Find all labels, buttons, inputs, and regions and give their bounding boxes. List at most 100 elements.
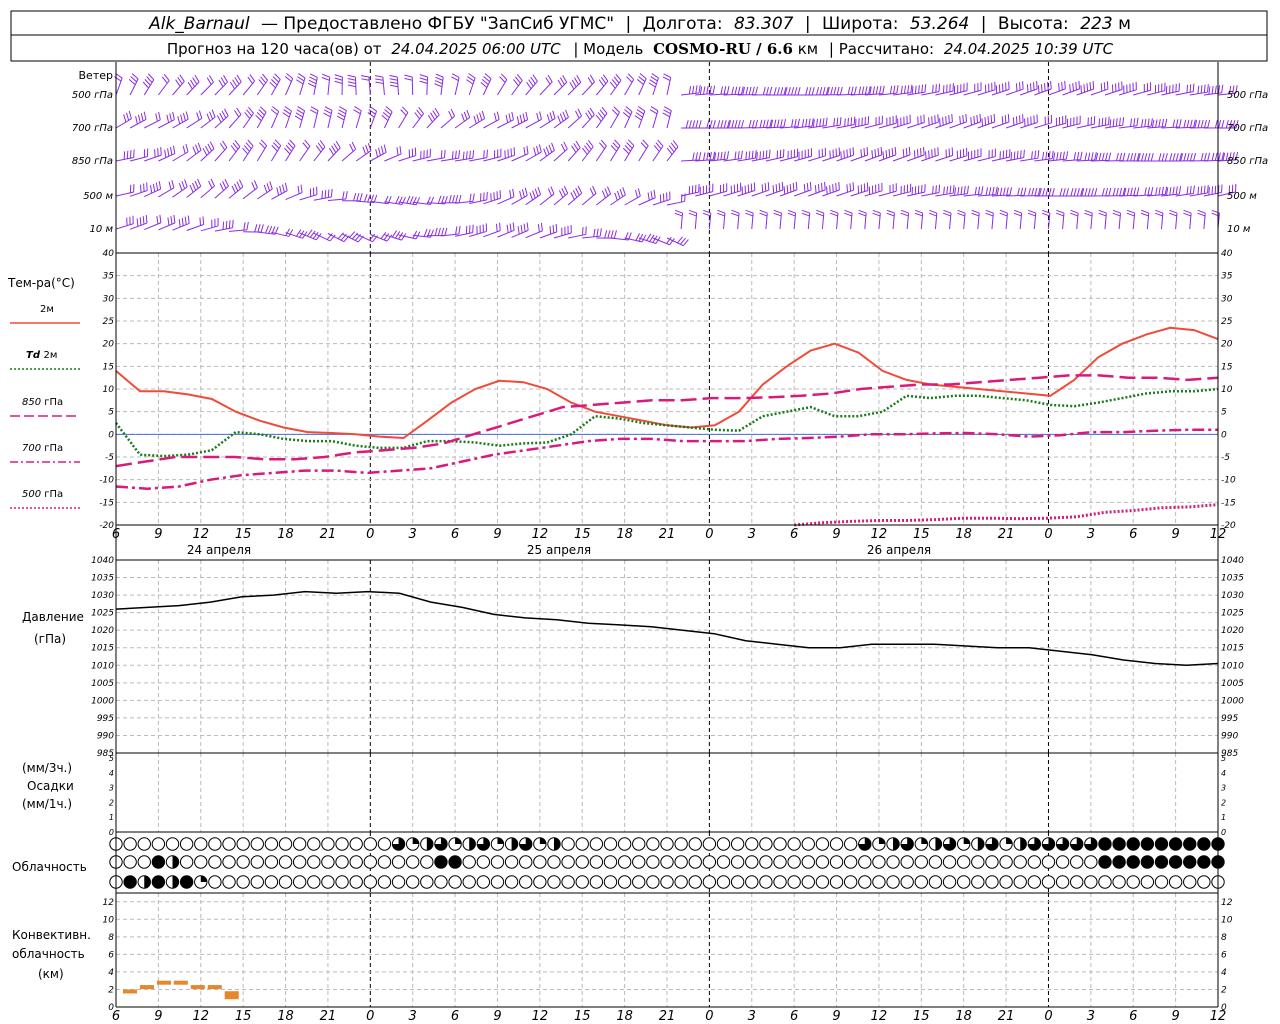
wind-barb-flag — [703, 152, 706, 161]
wind-barb-flag — [434, 80, 443, 85]
wind-barb-flag — [1086, 83, 1089, 92]
wind-barb-flag — [740, 150, 743, 159]
wind-barb-flag — [167, 217, 170, 226]
wind-barb-flag — [187, 81, 193, 90]
temp-tick-right: -20 — [1221, 521, 1236, 531]
precip-tick: 5 — [109, 754, 114, 763]
wind-barb-flag — [284, 106, 292, 112]
wind-barb-flag — [819, 87, 823, 96]
wind-barb-flag — [136, 218, 139, 227]
wind-barb-flag — [1116, 152, 1119, 161]
wind-barb-flag — [472, 193, 475, 202]
wind-barb-flag — [279, 185, 283, 194]
wind-barb-flag — [971, 212, 980, 217]
cloud-circle — [462, 855, 476, 869]
cloud-circle — [448, 875, 462, 889]
wind-barb-flag — [537, 186, 542, 195]
wind-barb-flag — [437, 227, 441, 236]
wind-barb-flag — [939, 118, 941, 127]
wind-barb-flag — [1065, 188, 1070, 197]
cloud-fill-full — [180, 875, 193, 889]
cloud-circle — [377, 837, 392, 851]
wind-barb-shaft — [652, 145, 664, 162]
cloud-fill-full — [1141, 855, 1154, 869]
cloud-circle — [716, 837, 731, 851]
wind-barb-flag — [1169, 209, 1178, 214]
wind-barb-flag — [322, 73, 330, 78]
wind-barb-flag — [1192, 83, 1195, 92]
temp-tick-right: 15 — [1221, 362, 1233, 372]
wind-barb-shaft — [610, 194, 626, 206]
wind-barb-shaft — [1104, 89, 1123, 96]
wind-barb-shaft — [341, 148, 356, 162]
cloud-circle — [264, 875, 279, 889]
wind-barb-shaft — [483, 118, 500, 129]
wind-barb-shaft — [624, 145, 635, 162]
temp-title: Тем-ра(°С) — [7, 276, 75, 290]
cloud-circle — [773, 875, 787, 889]
wind-barb-flag — [571, 79, 577, 88]
cloud-circle — [363, 875, 378, 889]
wind-barb-flag — [1075, 81, 1077, 91]
wind-barb-flag — [872, 212, 881, 217]
pressure-tick: 1015 — [91, 644, 114, 654]
wind-barb-flag — [177, 116, 181, 125]
cloud-circle — [561, 875, 575, 889]
wind-barb-flag — [465, 151, 468, 160]
wind-barb-flag — [536, 145, 540, 154]
wind-barb-shaft — [497, 154, 515, 162]
wind-barb-flag — [419, 74, 428, 78]
wind-barb-flag — [900, 85, 903, 94]
wind-barb-flag — [1027, 212, 1036, 217]
cloud-circle — [773, 855, 787, 869]
wind-barb-flag — [1080, 85, 1082, 94]
wind-barb-flag — [178, 219, 181, 228]
wind-barb-shaft — [129, 119, 147, 129]
wind-barb-shaft — [228, 229, 248, 232]
wind-barb-flag — [1186, 84, 1189, 93]
wind-barb-flag — [935, 84, 937, 93]
wind-barb-flag — [1133, 118, 1136, 127]
wind-barb-flag — [1183, 209, 1192, 214]
conv-tick-right: 0 — [1221, 1003, 1227, 1013]
cloud-fill-part — [878, 837, 886, 844]
cloud-circle — [646, 855, 660, 869]
hour-label: 0 — [366, 527, 374, 542]
pressure-tick-right: 1035 — [1221, 574, 1244, 584]
wind-barb-flag — [806, 182, 809, 191]
wind-barb-flag — [849, 183, 852, 192]
wind-barb-flag — [1090, 152, 1094, 161]
temp-tick-right: -10 — [1221, 476, 1236, 486]
wind-barb-flag — [850, 86, 854, 95]
cloud-circle — [137, 837, 151, 851]
wind-barb-flag — [164, 149, 167, 158]
cloud-circle — [391, 855, 406, 869]
wind-barb-flag — [712, 85, 716, 94]
wind-barb-flag — [1214, 85, 1217, 94]
wind-barb-flag — [526, 145, 529, 154]
wind-barb-flag — [545, 77, 551, 85]
conv-tick-right: 12 — [1221, 898, 1233, 908]
wind-barb-flag — [184, 179, 188, 188]
wind-barb-shaft — [115, 118, 132, 129]
wind-barb-shaft — [779, 189, 798, 197]
cloud-circle — [971, 855, 985, 869]
cloud-circle — [858, 875, 872, 889]
wind-barb-flag — [1214, 120, 1218, 129]
pressure-tick: 1000 — [91, 696, 114, 706]
wind-barb-shaft — [610, 80, 622, 96]
cloud-circle — [292, 855, 307, 869]
wind-barb-flag — [137, 114, 141, 123]
wind-barb-flag — [297, 185, 300, 194]
wind-barb-flag — [685, 120, 689, 129]
wind-barb-flag — [347, 84, 356, 88]
wind-barb-flag — [981, 118, 984, 127]
temp-tick-right: 25 — [1221, 317, 1233, 327]
wind-barb-flag — [852, 182, 855, 191]
wind-level-10m: 10 м — [90, 224, 114, 235]
wind-barb-flag — [192, 146, 197, 155]
wind-barb-flag — [1214, 152, 1218, 161]
wind-barb-flag — [587, 77, 593, 85]
wind-barb-flag — [506, 224, 509, 233]
wind-barb-flag — [698, 152, 702, 161]
